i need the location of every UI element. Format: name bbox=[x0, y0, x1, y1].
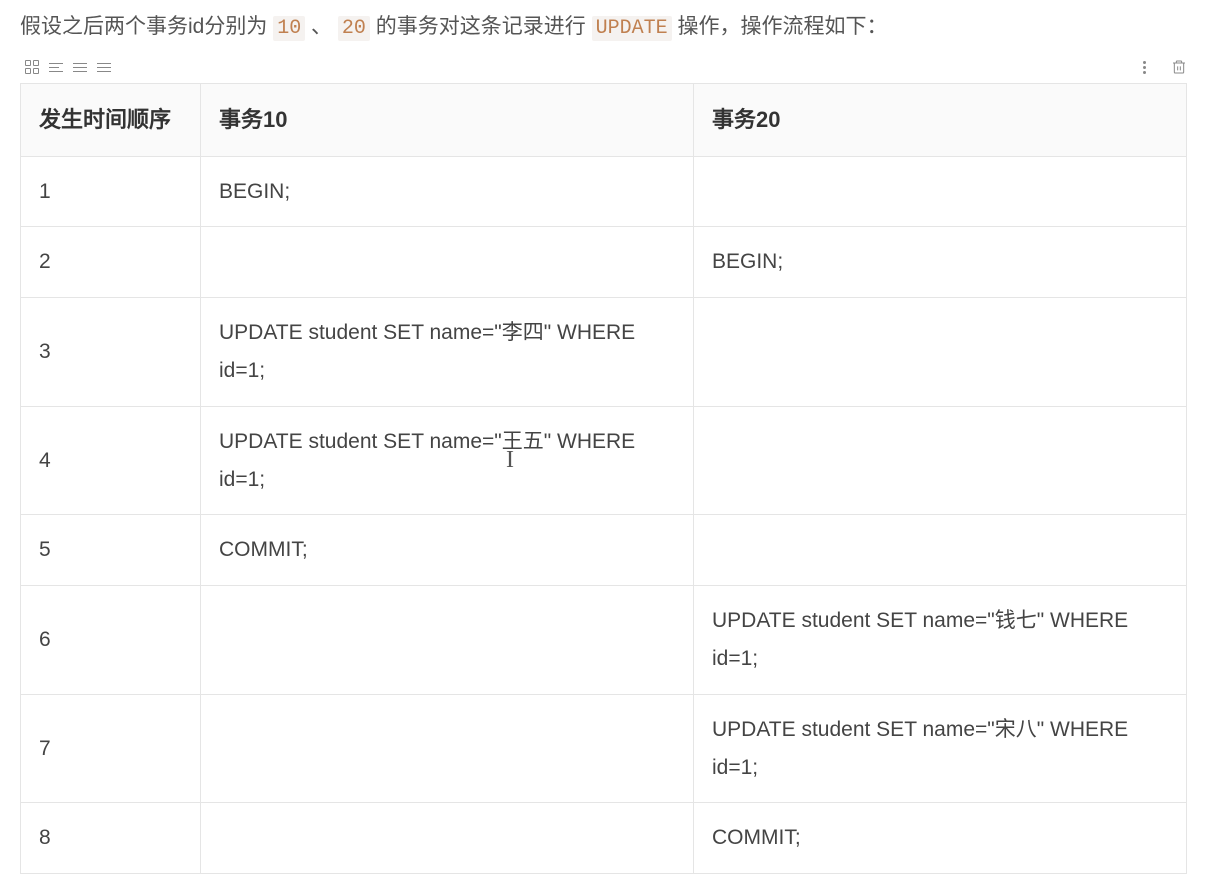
cell-tx10[interactable] bbox=[201, 227, 694, 298]
intro-prefix: 假设之后两个事务id分别为 bbox=[20, 15, 267, 38]
table-row[interactable]: 5COMMIT; bbox=[21, 515, 1187, 586]
intro-id2: 20 bbox=[338, 16, 370, 41]
text-cursor-icon: I bbox=[506, 439, 514, 482]
cell-seq[interactable]: 8 bbox=[21, 803, 201, 874]
cell-tx20[interactable] bbox=[694, 156, 1187, 227]
cell-seq[interactable]: 3 bbox=[21, 298, 201, 407]
cell-tx20[interactable]: UPDATE student SET name="宋八" WHERE id=1; bbox=[694, 694, 1187, 803]
cell-tx10[interactable]: UPDATE student SET name="李四" WHERE id=1; bbox=[201, 298, 694, 407]
table-row[interactable]: 8 COMMIT; bbox=[21, 803, 1187, 874]
cell-seq[interactable]: 2 bbox=[21, 227, 201, 298]
toolbar-right bbox=[1143, 59, 1187, 75]
grid-view-icon[interactable] bbox=[25, 60, 39, 74]
table-row[interactable]: 7 UPDATE student SET name="宋八" WHERE id=1… bbox=[21, 694, 1187, 803]
header-tx10: 事务10 bbox=[201, 84, 694, 157]
intro-paragraph: 假设之后两个事务id分别为 10 、 20 的事务对这条记录进行 UPDATE … bbox=[0, 10, 1207, 55]
list-view-icon-1[interactable] bbox=[49, 59, 63, 75]
cell-seq[interactable]: 7 bbox=[21, 694, 201, 803]
cell-tx20[interactable]: BEGIN; bbox=[694, 227, 1187, 298]
cell-tx10[interactable]: BEGIN; bbox=[201, 156, 694, 227]
cell-seq[interactable]: 6 bbox=[21, 586, 201, 695]
cell-tx20[interactable] bbox=[694, 515, 1187, 586]
cell-seq[interactable]: 1 bbox=[21, 156, 201, 227]
cell-tx20[interactable] bbox=[694, 298, 1187, 407]
table-row[interactable]: 3UPDATE student SET name="李四" WHERE id=1… bbox=[21, 298, 1187, 407]
intro-sep: 、 bbox=[311, 15, 332, 38]
cell-seq[interactable]: 4 bbox=[21, 406, 201, 515]
toolbar-left bbox=[25, 59, 111, 75]
cell-tx10[interactable] bbox=[201, 803, 694, 874]
list-view-icon-2[interactable] bbox=[73, 59, 87, 75]
cell-tx20[interactable]: UPDATE student SET name="钱七" WHERE id=1; bbox=[694, 586, 1187, 695]
cell-seq[interactable]: 5 bbox=[21, 515, 201, 586]
cell-tx10[interactable] bbox=[201, 694, 694, 803]
table-row[interactable]: 2 BEGIN; bbox=[21, 227, 1187, 298]
cell-tx10[interactable]: UPDATE student SET name="王五" WHERE id=1;… bbox=[201, 406, 694, 515]
cell-tx20[interactable]: COMMIT; bbox=[694, 803, 1187, 874]
table-row[interactable]: 1BEGIN; bbox=[21, 156, 1187, 227]
delete-icon[interactable] bbox=[1171, 59, 1187, 75]
table-row[interactable]: 6 UPDATE student SET name="钱七" WHERE id=1… bbox=[21, 586, 1187, 695]
intro-suffix: 操作，操作流程如下： bbox=[677, 15, 887, 38]
cell-tx10[interactable]: COMMIT; bbox=[201, 515, 694, 586]
table-row[interactable]: 4UPDATE student SET name="王五" WHERE id=1… bbox=[21, 406, 1187, 515]
more-options-icon[interactable] bbox=[1143, 59, 1159, 75]
transaction-table[interactable]: 发生时间顺序 事务10 事务20 1BEGIN;2BEGIN;3UPDATE s… bbox=[20, 83, 1187, 874]
header-tx20: 事务20 bbox=[694, 84, 1187, 157]
table-toolbar bbox=[0, 55, 1207, 83]
cell-tx10[interactable] bbox=[201, 586, 694, 695]
table-header-row: 发生时间顺序 事务10 事务20 bbox=[21, 84, 1187, 157]
intro-mid: 的事务对这条记录进行 bbox=[376, 15, 586, 38]
intro-id1: 10 bbox=[273, 16, 305, 41]
header-seq: 发生时间顺序 bbox=[21, 84, 201, 157]
cell-tx20[interactable] bbox=[694, 406, 1187, 515]
intro-op: UPDATE bbox=[592, 16, 672, 41]
list-view-icon-3[interactable] bbox=[97, 59, 111, 75]
